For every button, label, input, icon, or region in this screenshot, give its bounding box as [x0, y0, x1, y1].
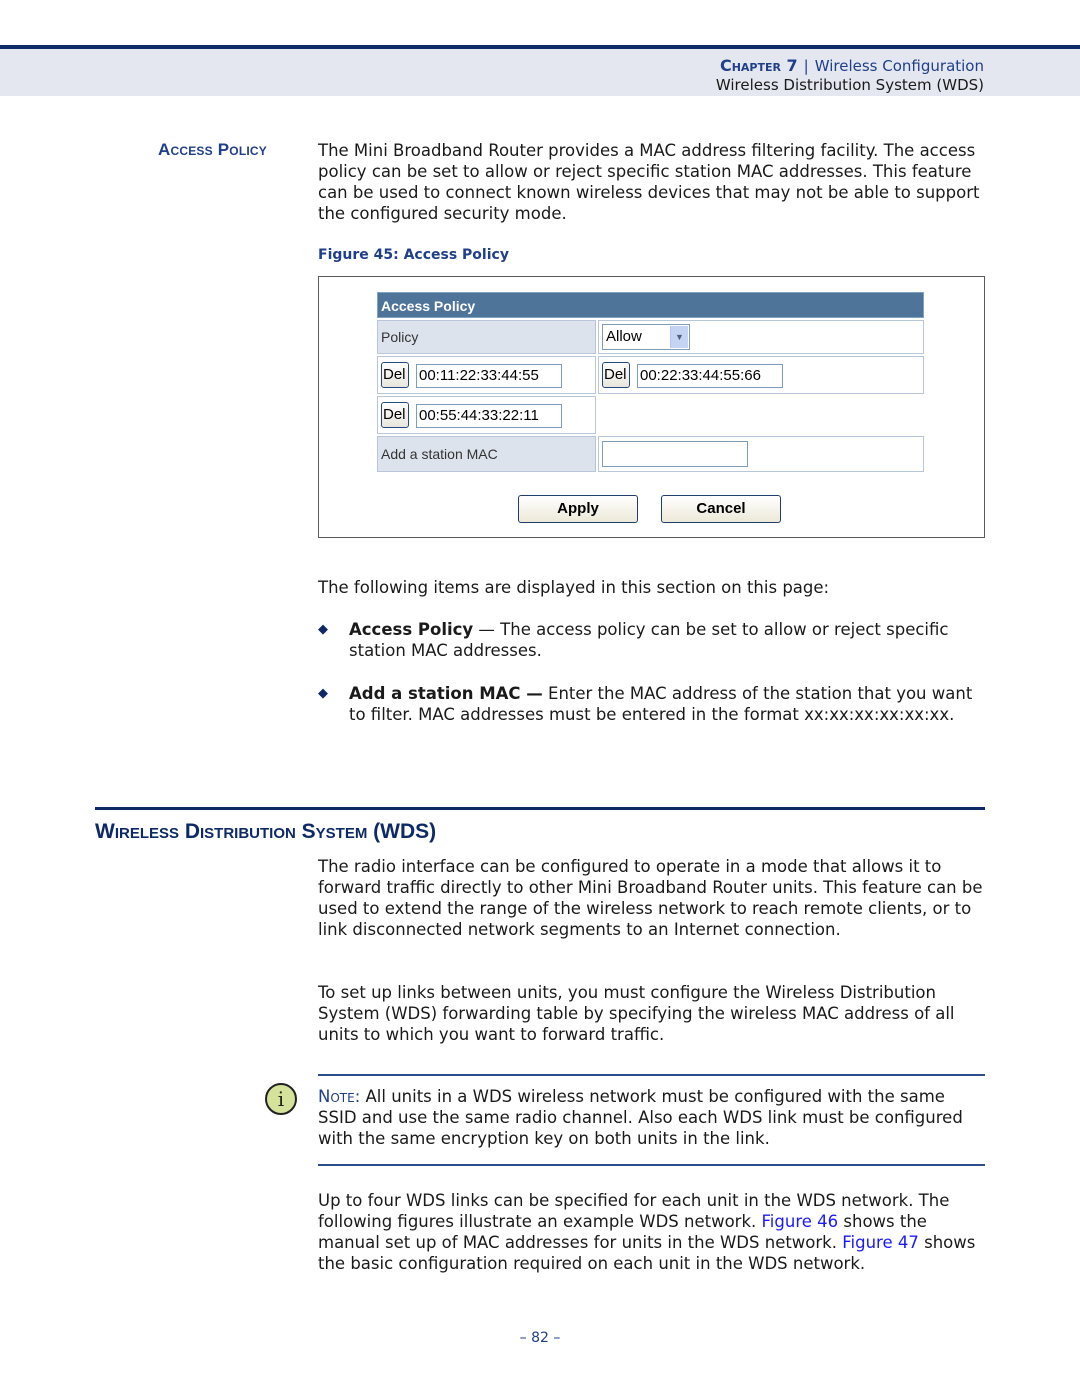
- chapter-title: Wireless Configuration: [814, 57, 984, 75]
- policy-select-value: Allow: [606, 328, 642, 345]
- section-divider: [95, 807, 985, 810]
- apply-button[interactable]: Apply: [518, 495, 638, 523]
- mac-entry[interactable]: 00:22:33:44:55:66: [637, 364, 783, 388]
- delete-mac-button[interactable]: Del: [381, 402, 409, 428]
- header-chapter: Chapter 7 | Wireless Configuration: [720, 56, 984, 75]
- add-station-mac-input[interactable]: [602, 441, 748, 467]
- form-title: Access Policy: [377, 292, 924, 318]
- note: Note: All units in a WDS wireless networ…: [318, 1086, 985, 1149]
- item-term: Access Policy: [349, 620, 474, 639]
- cancel-button[interactable]: Cancel: [661, 495, 781, 523]
- policy-cell: Allow ▼: [598, 320, 924, 354]
- mac-entry-cell: Del 00:22:33:44:55:66: [598, 356, 924, 394]
- add-station-cell: [598, 436, 924, 472]
- wds-heading: Wireless Distribution System (WDS): [95, 820, 437, 843]
- list-item: ◆ Add a station MAC — Enter the MAC addr…: [318, 683, 988, 725]
- note-text: All units in a WDS wireless network must…: [318, 1087, 963, 1148]
- figure-caption: Figure 45: Access Policy: [318, 247, 509, 263]
- access-policy-intro: The Mini Broadband Router provides a MAC…: [318, 141, 980, 223]
- chevron-down-icon[interactable]: ▼: [670, 326, 688, 348]
- wds-paragraph: The radio interface can be configured to…: [318, 857, 983, 939]
- page-number: – 82 –: [519, 1330, 561, 1346]
- note-top-rule: [318, 1074, 985, 1076]
- info-icon: i: [265, 1083, 297, 1115]
- items-intro: The following items are displayed in thi…: [318, 578, 830, 597]
- note-bottom-rule: [318, 1164, 985, 1166]
- access-policy-form: Access Policy Policy Allow ▼ Del 00:11:2…: [377, 292, 924, 472]
- running-header: Chapter 7 | Wireless Configuration Wireles…: [0, 45, 1080, 96]
- add-station-mac-label: Add a station MAC: [377, 436, 596, 472]
- mac-entry[interactable]: 00:11:22:33:44:55: [416, 364, 562, 388]
- access-policy-heading: Access Policy: [158, 140, 267, 159]
- mac-entry-cell: Del 00:11:22:33:44:55: [377, 356, 596, 394]
- item-term: Add a station MAC —: [349, 684, 543, 703]
- header-separator: |: [803, 57, 809, 75]
- note-label: Note:: [318, 1087, 361, 1106]
- wds-paragraph: Up to four WDS links can be specified fo…: [318, 1190, 988, 1274]
- mac-entry-cell: Del 00:55:44:33:22:11: [377, 396, 596, 434]
- figure-47-link[interactable]: Figure 47: [842, 1233, 919, 1252]
- delete-mac-button[interactable]: Del: [602, 362, 630, 388]
- wds-paragraph: To set up links between units, you must …: [318, 983, 955, 1044]
- header-section-title: Wireless Distribution System (WDS): [715, 76, 984, 94]
- delete-mac-button[interactable]: Del: [381, 362, 409, 388]
- mac-entry[interactable]: 00:55:44:33:22:11: [416, 404, 562, 428]
- policy-select[interactable]: Allow ▼: [602, 324, 690, 350]
- policy-label: Policy: [377, 320, 596, 354]
- diamond-bullet-icon: ◆: [318, 686, 328, 701]
- access-policy-figure: Access Policy Policy Allow ▼ Del 00:11:2…: [318, 276, 985, 538]
- diamond-bullet-icon: ◆: [318, 622, 328, 637]
- chapter-label: Chapter 7: [719, 56, 798, 75]
- list-item: ◆ Access Policy — The access policy can …: [318, 619, 988, 661]
- figure-46-link[interactable]: Figure 46: [762, 1212, 839, 1231]
